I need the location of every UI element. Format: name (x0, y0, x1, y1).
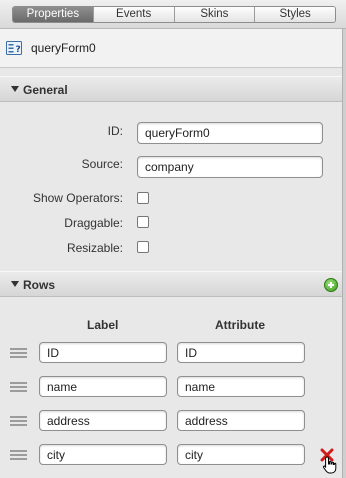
panel-edge (342, 29, 346, 478)
general-section-title: General (23, 83, 68, 97)
general-section-header[interactable]: General (0, 76, 346, 102)
row-label-field[interactable]: ID (39, 342, 167, 363)
disclosure-triangle-icon[interactable] (11, 86, 19, 92)
id-field[interactable]: queryForm0 (137, 122, 323, 144)
svg-text:?: ? (16, 45, 21, 55)
tab-bar: Properties Events Skins Styles (0, 0, 346, 29)
tab-properties[interactable]: Properties (13, 7, 94, 22)
attribute-column-header: Attribute (215, 318, 265, 332)
row-label-field[interactable]: city (39, 444, 167, 465)
row-label-field[interactable]: name (39, 376, 167, 397)
rows-section-header[interactable]: Rows (0, 271, 346, 297)
id-label: ID: (107, 124, 123, 138)
hand-cursor-icon (322, 456, 337, 474)
show-operators-label: Show Operators: (32, 191, 123, 205)
resizable-checkbox[interactable] (137, 241, 149, 253)
add-row-icon[interactable] (324, 278, 338, 292)
tab-styles[interactable]: Styles (255, 7, 335, 22)
drag-handle-icon[interactable] (10, 450, 27, 460)
draggable-label: Draggable: (64, 216, 123, 230)
row-attribute-field[interactable]: ID (177, 342, 305, 363)
tab-group: Properties Events Skins Styles (12, 6, 336, 23)
source-label: Source: (81, 157, 123, 171)
drag-handle-icon[interactable] (10, 382, 27, 392)
tab-events[interactable]: Events (93, 7, 175, 22)
show-operators-checkbox[interactable] (137, 192, 149, 204)
resizable-label: Resizable: (66, 241, 123, 255)
label-column-header: Label (87, 318, 119, 332)
row-attribute-field[interactable]: address (177, 410, 305, 431)
drag-handle-icon[interactable] (10, 348, 27, 358)
row-attribute-field[interactable]: name (177, 376, 305, 397)
row-label-field[interactable]: address (39, 410, 167, 431)
row-attribute-field[interactable]: city (177, 444, 305, 465)
object-header: ? queryForm0 (0, 29, 346, 68)
drag-handle-icon[interactable] (10, 416, 27, 426)
disclosure-triangle-icon[interactable] (11, 281, 19, 287)
rows-section-title: Rows (23, 278, 56, 292)
tab-skins[interactable]: Skins (174, 7, 256, 22)
object-name: queryForm0 (31, 41, 96, 55)
source-field[interactable]: company (137, 156, 323, 178)
draggable-checkbox[interactable] (137, 216, 149, 228)
query-form-icon: ? (6, 41, 22, 55)
